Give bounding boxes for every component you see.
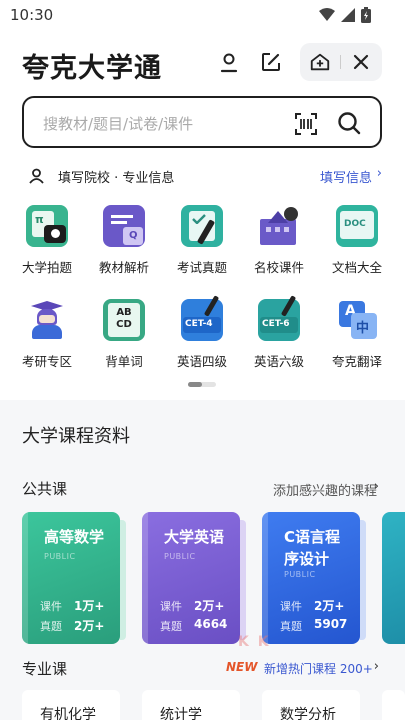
course-sub: PUBLIC xyxy=(44,552,76,561)
add-interest-link[interactable]: 添加感兴趣的课程 xyxy=(273,480,377,499)
university-icon xyxy=(258,205,300,247)
grid-item-cet6[interactable]: CET-6 英语六级 xyxy=(244,295,314,370)
grid-item-label: 背单词 xyxy=(105,354,143,369)
grid-item-graduate[interactable]: 考研专区 xyxy=(12,299,82,370)
grid-item-label: 夸克翻译 xyxy=(331,354,382,369)
grid-item-exam-paper[interactable]: 考试真题 xyxy=(167,205,237,276)
grid-item-label: 教材解析 xyxy=(98,260,149,275)
course-card[interactable]: 大学英语 PUBLIC 课件 2万+ 真题 4664 xyxy=(142,512,240,644)
translate-icon: A 中 xyxy=(336,299,378,341)
major-course-card[interactable]: 数学分析 xyxy=(262,690,360,720)
chevron-right-icon: › xyxy=(376,166,382,181)
app-title: 夸克大学通 xyxy=(22,53,162,84)
user-icon[interactable] xyxy=(217,50,241,74)
wifi-icon xyxy=(319,8,335,21)
page-indicator xyxy=(188,382,216,387)
course-title: C语言程序设计 xyxy=(284,528,341,568)
grid-item-cet4[interactable]: CET-4 英语四级 xyxy=(167,295,237,370)
section-title: 大学课程资料 xyxy=(22,426,130,447)
chevron-right-icon: › xyxy=(373,479,379,494)
header-action-pill xyxy=(300,43,382,81)
grid-item-vocabulary[interactable]: AB CD 背单词 xyxy=(89,299,159,370)
new-badge: NEW xyxy=(226,660,258,674)
search-icon[interactable] xyxy=(337,111,361,135)
close-icon[interactable] xyxy=(352,53,370,71)
grid-item-university[interactable]: 名校课件 xyxy=(244,205,314,276)
course-section: 大学课程资料 公共课 添加感兴趣的课程 › 高等数学 PUBLIC 课件 1万+… xyxy=(0,400,405,720)
person-icon xyxy=(29,168,44,184)
grid-item-label: 大学拍题 xyxy=(21,260,72,275)
grid-item-label: 考研专区 xyxy=(21,354,72,369)
search-placeholder: 搜教材/题目/试卷/课件 xyxy=(43,115,194,133)
search-input[interactable]: 搜教材/题目/试卷/课件 xyxy=(22,96,382,148)
grid-item-label: 名校课件 xyxy=(253,260,304,275)
grid-item-photo-question[interactable]: π 大学拍题 xyxy=(12,205,82,276)
photo-question-icon: π xyxy=(26,205,68,247)
course-card-partial[interactable] xyxy=(382,512,405,644)
cet4-icon: CET-4 xyxy=(181,295,223,341)
major-course-card[interactable]: 统计学 xyxy=(142,690,240,720)
grid-item-label: 英语四级 xyxy=(176,354,227,369)
battery-icon xyxy=(361,7,371,23)
app-header: 夸克大学通 xyxy=(0,38,405,88)
fill-info-link[interactable]: 填写信息 xyxy=(320,167,372,186)
public-course-heading: 公共课 xyxy=(22,480,68,498)
vocabulary-icon: AB CD xyxy=(103,299,145,341)
add-to-home-icon[interactable] xyxy=(309,51,331,73)
graduate-icon xyxy=(26,299,68,341)
course-sub: PUBLIC xyxy=(164,552,196,561)
course-sub: PUBLIC xyxy=(284,570,316,579)
major-course-card[interactable]: 有机化学 xyxy=(22,690,120,720)
textbook-icon: Q xyxy=(103,205,145,247)
status-time: 10:30 xyxy=(10,6,54,24)
chevron-right-icon: › xyxy=(373,659,379,674)
major-course-card-partial[interactable] xyxy=(382,690,405,720)
edit-icon[interactable] xyxy=(259,50,283,74)
watermark: K K xyxy=(238,634,271,650)
grid-item-translate[interactable]: A 中 夸克翻译 xyxy=(322,299,392,370)
cet6-icon: CET-6 xyxy=(258,295,300,341)
course-card[interactable]: 高等数学 PUBLIC 课件 1万+ 真题 2万+ xyxy=(22,512,120,644)
grid-item-label: 英语六级 xyxy=(253,354,304,369)
status-bar: 10:30 xyxy=(0,0,405,30)
grid-item-label: 文档大全 xyxy=(331,260,382,275)
grid-item-doc[interactable]: DOC 文档大全 xyxy=(322,205,392,276)
course-title: 高等数学 xyxy=(44,528,105,546)
signal-icon xyxy=(341,8,355,22)
course-card[interactable]: C语言程序设计 PUBLIC 课件 2万+ 真题 5907 xyxy=(262,512,360,644)
doc-icon: DOC xyxy=(336,205,378,247)
grid-item-textbook[interactable]: Q 教材解析 xyxy=(89,205,159,276)
school-info-label: 填写院校 · 专业信息 xyxy=(58,171,175,186)
course-title: 大学英语 xyxy=(164,528,225,546)
scan-icon[interactable] xyxy=(294,112,318,136)
new-courses-link[interactable]: 新增热门课程 200+ xyxy=(264,660,373,677)
major-course-heading: 专业课 xyxy=(22,660,68,678)
school-info-row[interactable]: 填写院校 · 专业信息 填写信息 › xyxy=(22,166,382,188)
exam-paper-icon xyxy=(181,205,223,247)
grid-item-label: 考试真题 xyxy=(176,260,227,275)
